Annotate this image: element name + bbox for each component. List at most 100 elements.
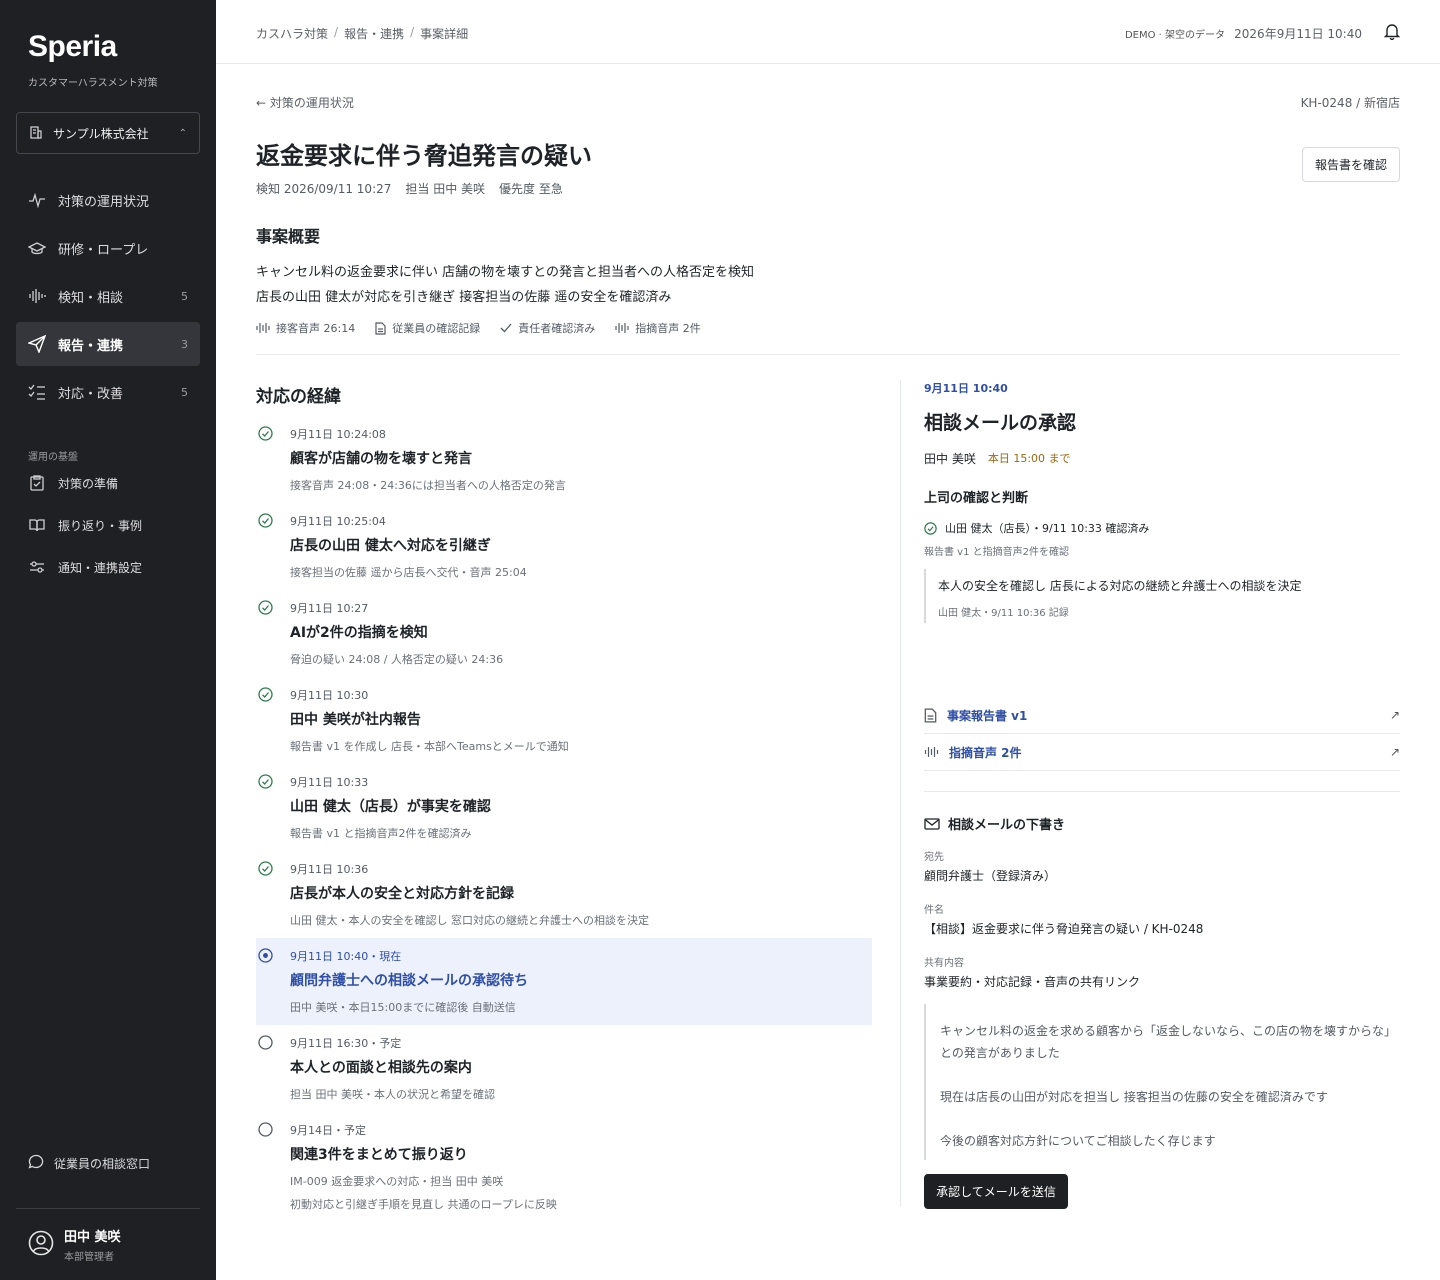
link-label: 指摘音声 2件 — [949, 745, 1022, 760]
report-link[interactable]: 事案報告書 v1 ↗ — [924, 697, 1400, 734]
mail-paragraph: キャンセル料の返金を求める顧客から「返金しないなら、この店の物を壊すからな」との… — [940, 1024, 1397, 1060]
evidence-tag[interactable]: 責任者確認済み — [500, 320, 595, 336]
mail-icon — [924, 817, 940, 830]
page-title: 返金要求に伴う脅迫発言の疑い — [256, 142, 592, 170]
nav-item-training[interactable]: 研修・ロープレ — [16, 226, 200, 270]
decision-quote: 本人の安全を確認し 店長による対応の継続と弁護士への相談を決定 山田 健太・9/… — [924, 569, 1400, 623]
book-open-icon — [28, 516, 46, 534]
case-priority: 優先度 至急 — [499, 182, 563, 196]
timeline-event[interactable]: 9月11日 10:30 田中 美咲が社内報告 報告書 v1 を作成し 店長・本部… — [256, 677, 872, 764]
section-divider — [256, 354, 1400, 355]
timeline-event[interactable]: 9月11日 10:24:08 顧客が店舗の物を壊すと発言 接客音声 24:08・… — [256, 416, 872, 503]
audio-wave-icon — [256, 323, 270, 333]
nav-count: 5 — [181, 289, 188, 303]
confirmation-text: 山田 健太（店長）・9/11 10:33 確認済み — [945, 522, 1150, 535]
event-time: 9月11日 16:30・予定 — [290, 1037, 402, 1050]
nav-item-preparation[interactable]: 対策の準備 — [16, 464, 200, 502]
subject-label: 件名 — [924, 905, 944, 916]
audio-wave-icon — [28, 287, 46, 305]
current-step-icon — [258, 948, 273, 963]
case-meta: 検知 2026/09/11 10:27 担当 田中 美咲 優先度 至急 — [256, 180, 563, 197]
summary-line: キャンセル料の返金要求に伴い 店舗の物を壊すとの発言と担当者への人格否定を検知 — [256, 265, 755, 280]
timeline-event-current[interactable]: 9月11日 10:40・現在 顧問弁護士への相談メールの承認待ち 田中 美咲・本… — [256, 938, 872, 1025]
nav-item-response[interactable]: 対応・改善 5 — [16, 370, 200, 414]
event-title: AIが2件の指摘を検知 — [290, 625, 428, 641]
nav-section-label: 運用の基盤 — [28, 452, 78, 463]
checklist-icon — [28, 383, 46, 401]
breadcrumb-separator: / — [410, 25, 415, 39]
employee-consult-link[interactable]: 従業員の相談窓口 — [28, 1154, 150, 1173]
timeline-event[interactable]: 9月11日 16:30・予定 本人との面談と相談先の案内 担当 田中 美咲・本人… — [256, 1025, 872, 1112]
back-link[interactable]: ← 対策の運用状況 — [256, 94, 354, 111]
event-time: 9月11日 10:33 — [290, 776, 369, 789]
user-name: 田中 美咲 — [64, 1230, 121, 1245]
timeline-event[interactable]: 9月11日 10:27 AIが2件の指摘を検知 脅迫の疑い 24:08 / 人格… — [256, 590, 872, 677]
evidence-tag-label: 従業員の確認記録 — [392, 322, 481, 335]
event-desc: 脅迫の疑い 24:08 / 人格否定の疑い 24:36 — [290, 653, 504, 666]
breadcrumb-item[interactable]: カスハラ対策 — [256, 25, 328, 42]
document-icon — [375, 321, 386, 335]
subject-value: 【相談】返金要求に伴う脅迫発言の疑い / KH-0248 — [924, 922, 1204, 936]
breadcrumb-separator: / — [334, 25, 339, 39]
panel-meta: 田中 美咲 本日 15:00 まで — [924, 450, 1071, 467]
check-circle-icon — [924, 521, 937, 535]
event-title: 顧問弁護士への相談メールの承認待ち — [290, 973, 528, 989]
audio-wave-icon — [615, 323, 629, 333]
confirmation-sub: 報告書 v1 と指摘音声2件を確認 — [924, 547, 1069, 558]
event-desc: 田中 美咲・本日15:00までに確認後 自動送信 — [290, 1001, 516, 1014]
evidence-tag[interactable]: 従業員の確認記録 — [375, 320, 480, 336]
org-switcher[interactable]: サンプル株式会社 ⌃ — [16, 112, 200, 154]
audio-wave-icon — [924, 747, 939, 757]
building-icon — [29, 125, 43, 142]
nav-item-detection[interactable]: 検知・相談 5 — [16, 274, 200, 318]
event-desc: 山田 健太・本人の安全を確認し 窓口対応の継続と弁護士への相談を決定 — [290, 914, 649, 927]
evidence-tag-label: 指摘音声 2件 — [635, 322, 701, 335]
detected-time: 検知 2026/09/11 10:27 — [256, 182, 392, 196]
check-circle-icon — [258, 687, 273, 702]
activity-icon — [28, 191, 46, 209]
event-title: 店長の山田 健太へ対応を引継ぎ — [290, 538, 491, 554]
review-section-heading: 上司の確認と判断 — [924, 491, 1029, 506]
current-datetime: 2026年9月11日 10:40 — [1234, 27, 1362, 41]
to-label: 宛先 — [924, 852, 944, 863]
clipboard-check-icon — [28, 474, 46, 492]
main-nav: 対策の運用状況 研修・ロープレ 検知・相談 5 報告・連携 3 対応・改善 5 — [16, 178, 200, 418]
panel-date: 9月11日 10:40 — [924, 382, 1008, 395]
bell-icon[interactable] — [1383, 22, 1401, 44]
approve-send-button[interactable]: 承認してメールを送信 — [924, 1174, 1068, 1209]
user-profile[interactable]: 田中 美咲 本部管理者 — [28, 1226, 121, 1263]
event-desc: 報告書 v1 と指摘音声2件を確認済み — [290, 827, 472, 840]
chat-bubble-icon — [28, 1154, 44, 1173]
nav-count: 3 — [181, 337, 188, 351]
case-owner: 担当 田中 美咲 — [405, 182, 486, 196]
nav-item-settings[interactable]: 通知・連携設定 — [16, 548, 200, 586]
nav-label: 対応・改善 — [58, 386, 124, 402]
timeline-event[interactable]: 9月11日 10:25:04 店長の山田 健太へ対応を引継ぎ 接客担当の佐藤 遥… — [256, 503, 872, 590]
view-report-button[interactable]: 報告書を確認 — [1302, 147, 1400, 182]
panel-divider — [924, 791, 1400, 792]
evidence-tag-label: 接客音声 26:14 — [276, 322, 356, 335]
nav-label: 振り返り・事例 — [58, 518, 143, 533]
event-title: 店長が本人の安全と対応方針を記録 — [290, 886, 514, 902]
timeline-event[interactable]: 9月11日 10:33 山田 健太（店長）が事実を確認 報告書 v1 と指摘音声… — [256, 764, 872, 851]
evidence-tag[interactable]: 指摘音声 2件 — [615, 320, 701, 336]
check-circle-icon — [258, 426, 273, 441]
nav-count: 5 — [181, 385, 188, 399]
evidence-tag-label: 責任者確認済み — [518, 322, 596, 335]
link-label: 事案報告書 v1 — [947, 708, 1028, 723]
app-logo[interactable]: Speria — [28, 30, 117, 64]
panel-due: 本日 15:00 まで — [987, 452, 1071, 465]
case-id: KH-0248 / 新宿店 — [1300, 96, 1400, 110]
nav-item-operations[interactable]: 対策の運用状況 — [16, 178, 200, 222]
timeline-event[interactable]: 9月11日 10:36 店長が本人の安全と対応方針を記録 山田 健太・本人の安全… — [256, 851, 872, 938]
audio-link[interactable]: 指摘音声 2件 ↗ — [924, 734, 1400, 771]
evidence-tag[interactable]: 接客音声 26:14 — [256, 320, 355, 336]
timeline-event[interactable]: 9月14日・予定 関連3件をまとめて振り返り IM-009 返金要求への対応・担… — [256, 1112, 872, 1211]
nav-item-review[interactable]: 振り返り・事例 — [16, 506, 200, 544]
check-circle-icon — [258, 861, 273, 876]
breadcrumb-item[interactable]: 報告・連携 — [344, 25, 404, 42]
nav-item-reporting[interactable]: 報告・連携 3 — [16, 322, 200, 366]
mail-body[interactable]: キャンセル料の返金を求める顧客から「返金しないなら、この店の物を壊すからな」との… — [924, 1004, 1400, 1160]
app-subtitle: カスタマーハラスメント対策 — [28, 78, 158, 89]
check-circle-icon — [258, 600, 273, 615]
